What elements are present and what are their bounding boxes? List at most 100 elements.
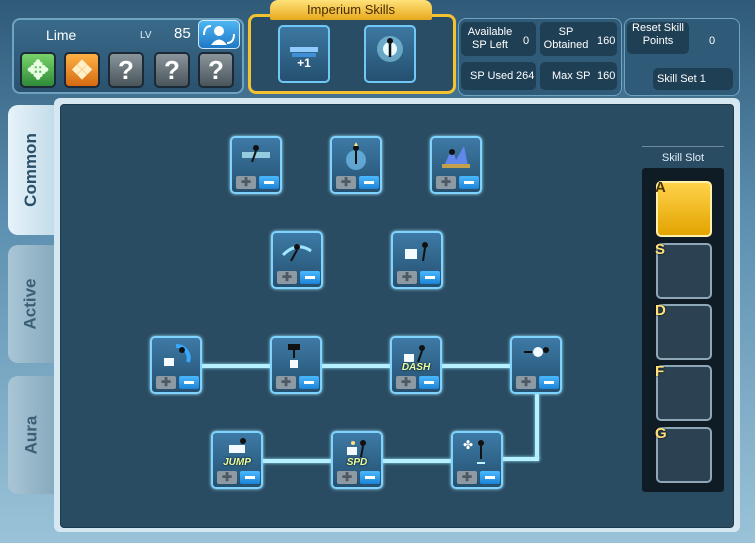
add-skill-point-button[interactable]: ✚ [276, 376, 296, 389]
sp-used-cell: SP Used 264 [461, 62, 536, 90]
skill-dash-strike-icon [242, 145, 270, 163]
job-orange-emblem-icon[interactable]: ❖ [64, 52, 100, 88]
skill-evade[interactable]: ✤ ✚ [451, 431, 503, 489]
skill-connector [382, 459, 452, 463]
remove-skill-point-button[interactable] [359, 176, 379, 189]
remove-skill-point-button[interactable] [539, 376, 559, 389]
aura-burst-icon [377, 36, 403, 62]
skill-jump[interactable]: JUMP ✚ [211, 431, 263, 489]
add-skill-point-button[interactable]: ✚ [337, 471, 357, 484]
skill-ground-burst-icon [442, 146, 470, 168]
skill-block-icon [405, 242, 428, 262]
reset-skill-points-value: 0 [709, 35, 716, 47]
remove-skill-point-button[interactable] [179, 376, 199, 389]
skill-connector [502, 457, 539, 461]
skill-power-up-icon [346, 142, 366, 170]
remove-skill-point-button[interactable] [480, 471, 500, 484]
add-skill-point-button[interactable]: ✚ [236, 176, 256, 189]
imperium-skill-slot-2[interactable] [364, 25, 416, 83]
skill-connector [201, 364, 271, 368]
remove-skill-point-button[interactable] [240, 471, 260, 484]
remove-skill-point-button[interactable] [259, 176, 279, 189]
skill-speed-label: SPD [346, 457, 368, 468]
sp-obtained-cell: SP Obtained 160 [540, 22, 617, 56]
tab-aura[interactable]: Aura [8, 376, 54, 494]
sp-boost-icon: +1 [290, 47, 318, 70]
add-skill-point-button[interactable]: ✚ [156, 376, 176, 389]
job-green-emblem-icon[interactable]: ✥ [20, 52, 56, 88]
tab-aura-label: Aura [20, 415, 40, 455]
remove-skill-point-button[interactable] [419, 376, 439, 389]
add-skill-point-button[interactable]: ✚ [217, 471, 237, 484]
add-skill-point-button[interactable]: ✚ [436, 176, 456, 189]
skill-shield-guard[interactable]: ✚ [150, 336, 202, 394]
sp-obtained-value: 160 [597, 35, 616, 47]
skill-dash-strike[interactable]: ✚ [230, 136, 282, 194]
remove-skill-point-button[interactable] [300, 271, 320, 284]
switch-character-button[interactable] [198, 20, 240, 49]
skill-set-selector[interactable]: Skill Set 1 [653, 68, 733, 90]
skill-spin-slash-icon [281, 244, 312, 262]
add-skill-point-button[interactable]: ✚ [277, 271, 297, 284]
add-skill-point-button[interactable]: ✚ [396, 376, 416, 389]
skill-shield-guard-icon [164, 344, 191, 366]
add-skill-point-button[interactable]: ✚ [457, 471, 477, 484]
remove-skill-point-button[interactable] [420, 271, 440, 284]
skill-slot-key-label: A [655, 179, 666, 196]
sp-used-value: 264 [516, 70, 535, 82]
skill-dash[interactable]: DASH ✚ [390, 336, 442, 394]
skill-slot-title: Skill Slot [661, 152, 705, 164]
skill-power-up[interactable]: ✚ [330, 136, 382, 194]
max-sp-value: 160 [597, 70, 616, 82]
skill-dash-label: DASH [401, 362, 431, 373]
job-locked-icon[interactable]: ? [198, 52, 234, 88]
max-sp-cell: Max SP 160 [540, 62, 617, 90]
job-locked-icon[interactable]: ? [108, 52, 144, 88]
imperium-skill-slot-1[interactable]: +1 [278, 25, 330, 83]
skill-slot-key-label: D [655, 302, 666, 319]
skill-hammer-smash[interactable]: ✚ [270, 336, 322, 394]
imperium-skills-title: Imperium Skills [270, 0, 432, 20]
skill-slot-divider [642, 146, 724, 147]
tab-active-label: Active [21, 278, 40, 330]
skill-tree-board [60, 104, 734, 528]
max-sp-label: Max SP [552, 70, 591, 82]
skill-slot-key-label: S [655, 241, 666, 258]
tab-active[interactable]: Active [8, 245, 54, 363]
remove-skill-point-button[interactable] [459, 176, 479, 189]
skill-slot-f[interactable] [656, 365, 712, 421]
skill-hammer-smash-icon [288, 344, 300, 368]
skill-connector [441, 364, 511, 368]
tab-common-label: Common [21, 133, 41, 207]
job-locked-icon[interactable]: ? [154, 52, 190, 88]
level-label: LV [140, 30, 152, 41]
available-sp-label: Available SP Left [467, 26, 513, 51]
skill-speed[interactable]: SPD ✚ [331, 431, 383, 489]
skill-jump-label: JUMP [223, 457, 251, 468]
available-sp-cell: Available SP Left 0 [461, 22, 536, 56]
add-skill-point-button[interactable]: ✚ [516, 376, 536, 389]
remove-skill-point-button[interactable] [299, 376, 319, 389]
add-skill-point-button[interactable]: ✚ [397, 271, 417, 284]
skill-ground-burst[interactable]: ✚ [430, 136, 482, 194]
available-sp-value: 0 [523, 35, 530, 47]
sp-obtained-label: SP Obtained [543, 26, 589, 51]
character-name: Lime [46, 27, 77, 43]
skill-evade-icon: ✤ [463, 438, 485, 464]
skill-throw-icon [524, 347, 549, 357]
skill-spin-slash[interactable]: ✚ [271, 231, 323, 289]
skill-connector [535, 394, 539, 460]
skill-connector [321, 364, 391, 368]
skill-block[interactable]: ✚ [391, 231, 443, 289]
skill-throw[interactable]: ✚ [510, 336, 562, 394]
remove-skill-point-button[interactable] [360, 471, 380, 484]
svg-text:✤: ✤ [463, 438, 473, 452]
character-level: 85 [174, 25, 191, 42]
tab-common[interactable]: Common [8, 105, 54, 235]
character-swap-icon [203, 25, 235, 45]
imperium-skill-slot-1-label: +1 [297, 56, 311, 70]
reset-skill-points-button[interactable]: Reset Skill Points [627, 22, 689, 54]
skill-slot-key-label: F [655, 363, 665, 380]
add-skill-point-button[interactable]: ✚ [336, 176, 356, 189]
skill-connector [262, 459, 332, 463]
